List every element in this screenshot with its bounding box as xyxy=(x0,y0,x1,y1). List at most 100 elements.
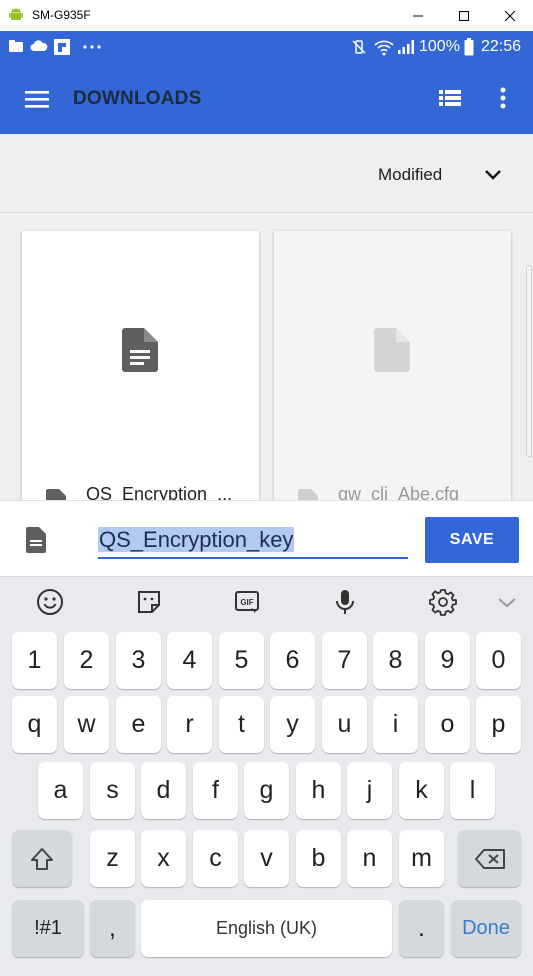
file-name-input[interactable]: QS_Encryption_key xyxy=(98,525,408,559)
hamburger-menu-icon xyxy=(25,91,49,108)
key[interactable]: d xyxy=(141,762,186,819)
key[interactable]: u xyxy=(322,696,367,753)
key[interactable]: e xyxy=(116,696,161,753)
space-key[interactable]: English (UK) xyxy=(141,900,392,957)
file-name-value: QS_Encryption_key xyxy=(98,527,295,552)
sort-dropdown[interactable]: Modified xyxy=(378,165,442,185)
folder-notification-icon xyxy=(9,40,23,52)
key[interactable]: y xyxy=(270,696,315,753)
save-button[interactable]: SAVE xyxy=(425,517,519,563)
close-window-button[interactable] xyxy=(487,0,533,31)
maximize-icon xyxy=(459,10,469,21)
window-title-bar: SM-G935F xyxy=(0,0,533,32)
key[interactable]: c xyxy=(193,830,238,887)
key[interactable]: t xyxy=(219,696,264,753)
key[interactable]: 5 xyxy=(219,632,264,689)
status-bar: 100% 22:56 xyxy=(0,31,533,62)
key[interactable]: l xyxy=(450,762,495,819)
key[interactable]: g xyxy=(244,762,289,819)
period-key[interactable]: . xyxy=(399,900,444,957)
file-grid: QS_Encryption_... gw_cli_Abe.cfg xyxy=(0,213,533,500)
gif-button[interactable]: GIF xyxy=(232,587,262,617)
key[interactable]: v xyxy=(244,830,289,887)
file-name: QS_Encryption_... xyxy=(86,484,233,500)
android-icon xyxy=(9,8,23,20)
wifi-icon xyxy=(374,40,394,56)
rename-bar: QS_Encryption_key SAVE xyxy=(0,500,533,577)
svg-text:GIF: GIF xyxy=(240,598,253,607)
overflow-menu-button[interactable] xyxy=(490,82,516,114)
chevron-down-icon[interactable] xyxy=(483,165,503,185)
key[interactable]: m xyxy=(399,830,444,887)
key[interactable]: w xyxy=(64,696,109,753)
emoji-button[interactable] xyxy=(35,587,65,617)
shift-icon xyxy=(31,847,53,870)
key[interactable]: 8 xyxy=(373,632,418,689)
more-notifications-icon xyxy=(83,45,101,49)
minimize-button[interactable] xyxy=(395,0,441,31)
symbols-key[interactable]: !#1 xyxy=(12,900,84,957)
key[interactable]: b xyxy=(296,830,341,887)
maximize-button[interactable] xyxy=(441,0,487,31)
key[interactable]: 0 xyxy=(476,632,521,689)
file-card[interactable]: QS_Encryption_... xyxy=(22,231,259,500)
keyboard-toolbar: GIF xyxy=(0,576,533,627)
window-title: SM-G935F xyxy=(32,8,91,22)
scroll-indicator xyxy=(526,265,532,457)
sticker-icon xyxy=(138,591,160,613)
key[interactable]: 9 xyxy=(425,632,470,689)
key[interactable]: h xyxy=(296,762,341,819)
file-name: gw_cli_Abe.cfg xyxy=(338,484,460,500)
key[interactable]: f xyxy=(193,762,238,819)
comma-key[interactable]: , xyxy=(90,900,135,957)
document-icon xyxy=(122,328,158,372)
key[interactable]: a xyxy=(38,762,83,819)
key[interactable]: j xyxy=(347,762,392,819)
key[interactable]: 2 xyxy=(64,632,109,689)
list-view-icon xyxy=(439,90,461,106)
keyboard-settings-button[interactable] xyxy=(428,587,458,617)
key[interactable]: 1 xyxy=(12,632,57,689)
clock: 22:56 xyxy=(481,38,522,55)
key[interactable]: z xyxy=(90,830,135,887)
minimize-icon xyxy=(413,15,423,16)
key[interactable]: q xyxy=(12,696,57,753)
app-bar: DOWNLOADS xyxy=(0,62,533,134)
key[interactable]: n xyxy=(347,830,392,887)
more-vert-icon xyxy=(500,87,506,109)
battery-percent: 100% xyxy=(419,38,460,55)
key[interactable]: 6 xyxy=(270,632,315,689)
key[interactable]: 3 xyxy=(116,632,161,689)
hide-keyboard-button[interactable] xyxy=(492,587,522,617)
gif-icon: GIF xyxy=(235,591,259,613)
key[interactable]: 4 xyxy=(167,632,212,689)
file-icon xyxy=(374,328,410,372)
signal-icon xyxy=(398,40,414,54)
sticker-button[interactable] xyxy=(134,587,164,617)
file-card[interactable]: gw_cli_Abe.cfg xyxy=(274,231,511,500)
shift-key[interactable] xyxy=(12,830,72,887)
key[interactable]: 7 xyxy=(322,632,367,689)
file-type-icon xyxy=(46,489,66,500)
done-key[interactable]: Done xyxy=(451,900,521,957)
key[interactable]: r xyxy=(167,696,212,753)
menu-button[interactable] xyxy=(20,84,54,114)
key[interactable]: o xyxy=(425,696,470,753)
key[interactable]: p xyxy=(476,696,521,753)
key[interactable]: i xyxy=(373,696,418,753)
list-view-button[interactable] xyxy=(433,82,467,114)
file-type-icon xyxy=(298,489,318,500)
voice-input-button[interactable] xyxy=(330,587,360,617)
flipboard-icon xyxy=(54,39,70,55)
backspace-key[interactable] xyxy=(458,830,521,887)
key[interactable]: s xyxy=(90,762,135,819)
backspace-icon xyxy=(474,848,505,869)
cloud-icon xyxy=(30,40,48,51)
emoji-icon xyxy=(37,589,63,615)
battery-icon xyxy=(464,38,474,56)
page-title: DOWNLOADS xyxy=(73,88,202,109)
close-icon xyxy=(504,10,516,21)
vibrate-mute-icon xyxy=(352,40,366,54)
key[interactable]: x xyxy=(141,830,186,887)
key[interactable]: k xyxy=(399,762,444,819)
